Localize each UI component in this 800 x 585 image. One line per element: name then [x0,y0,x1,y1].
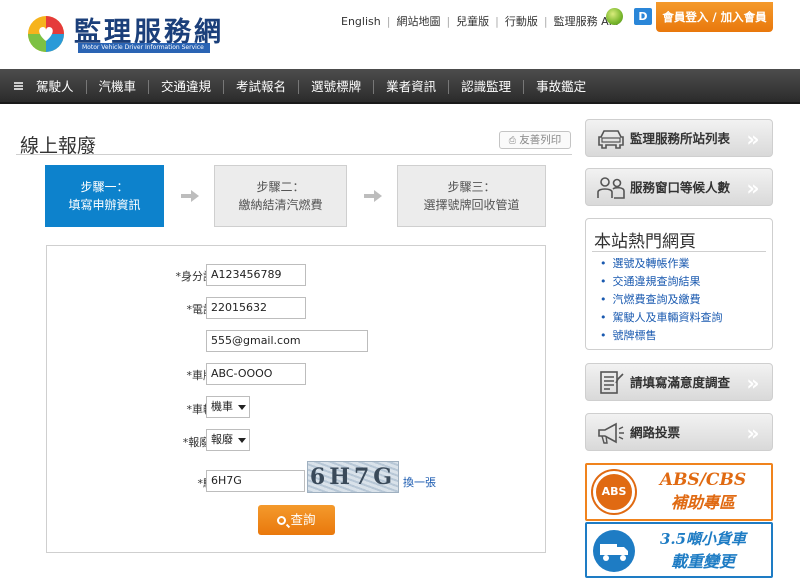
office-list-button[interactable]: 監理服務所站列表 » [585,119,773,157]
megaphone-icon [598,422,624,444]
nav-item-accident[interactable]: 事故鑑定 [524,79,598,94]
abs-badge-text: ABS [601,485,627,498]
truck-weight-banner[interactable]: 3.5噸小貨車 載重變更 [585,522,773,578]
step-1-title: 步驟一： [80,180,129,194]
divider: | [543,14,548,28]
arrow-right-icon [364,190,382,202]
hot-pages-divider [592,251,766,252]
id-field[interactable]: A123456789 [206,264,306,286]
d-app-icon[interactable]: D [634,8,652,25]
queue-label: 服務窗口等候人數 [630,180,731,195]
plate-field[interactable]: ABC-OOOO [206,363,306,385]
step-1: 步驟一： 填寫申辦資訊 [45,165,164,227]
main-nav: 駕駛人 汽機車 交通違規 考試報名 選號標牌 業者資訊 認識監理 事故鑑定 [0,69,800,104]
step-3-title: 步驟三： [447,180,496,194]
step-2-title: 步驟二： [256,180,305,194]
vehicle-type-value: 機車 [211,400,233,413]
car-icon [598,130,624,149]
document-icon [600,371,624,394]
captcha-field[interactable]: 6H7G [206,470,305,492]
print-button-label: 友善列印 [519,134,562,146]
queue-button[interactable]: 服務窗口等候人數 » [585,168,773,206]
hot-pages-panel: 本站熱門網頁 選號及轉帳作業 交通違規查詢結果 汽燃費查詢及繳費 駕駛人及車輛資… [585,218,773,350]
step-1-desc: 填寫申辦資訊 [68,198,141,212]
scrap-type-value: 報廢 [211,433,233,446]
survey-label: 請填寫滿意度調查 [630,375,731,390]
print-button[interactable]: ⎙ 友善列印 [499,131,571,149]
captcha-refresh-link[interactable]: 換一張 [403,474,436,490]
nav-item-vehicle[interactable]: 汽機車 [87,79,150,94]
nav-item-exam[interactable]: 考試報名 [224,79,300,94]
menu-icon[interactable] [14,82,23,90]
english-link[interactable]: English [341,15,381,28]
kids-version-link[interactable]: 兒童版 [456,13,489,29]
mobile-version-link[interactable]: 行動版 [505,13,538,29]
abs-subsidy-banner[interactable]: ABS ABS/CBS 補助專區 [585,463,773,521]
survey-button[interactable]: 請填寫滿意度調查 » [585,363,773,401]
vehicle-type-select[interactable]: 機車 [206,396,250,418]
hot-link-plate-auction[interactable]: 號牌標售 [600,327,723,345]
divider: | [446,14,451,28]
hot-link-fuel-fee[interactable]: 汽燃費查詢及繳費 [600,291,723,309]
step-2-desc: 繳納結清汽燃費 [238,198,323,212]
truck-icon [593,530,635,572]
divider: | [495,14,499,28]
hot-link-plate-selection[interactable]: 選號及轉帳作業 [600,255,723,273]
nav-item-violation[interactable]: 交通違規 [149,79,225,94]
hot-link-violation-query[interactable]: 交通違規查詢結果 [600,273,723,291]
sitemap-link[interactable]: 網站地圖 [396,13,440,29]
step-3: 步驟三： 選擇號牌回收管道 [397,165,546,227]
login-button[interactable]: 會員登入 / 加入會員 [656,2,773,32]
nav-item-business[interactable]: 業者資訊 [374,79,450,94]
chevron-down-icon [238,404,246,410]
abs-badge-icon: ABS [593,471,635,513]
title-divider [16,154,572,155]
email-field[interactable]: 555@gmail.com [206,330,368,352]
arrow-right-icon [181,190,199,202]
vote-label: 網路投票 [630,425,681,440]
truck-line-2: 載重變更 [670,552,735,571]
double-chevron-right-icon: » [746,371,760,395]
globe-icon[interactable] [606,8,623,25]
abs-line-2: 補助專區 [670,493,735,512]
search-icon [277,516,287,525]
scrap-type-select[interactable]: 報廢 [206,429,250,451]
step-3-desc: 選擇號牌回收管道 [423,198,520,212]
nav-item-about[interactable]: 認識監理 [449,79,525,94]
people-icon [597,177,625,199]
hot-link-driver-vehicle-query[interactable]: 駕駛人及車輛資料查詢 [600,309,723,327]
site-header: 監理服務網 Motor Vehicle Driver Information S… [0,0,800,68]
vote-button[interactable]: 網路投票 » [585,413,773,451]
printer-icon: ⎙ [508,136,516,146]
double-chevron-right-icon: » [746,176,760,200]
double-chevron-right-icon: » [746,421,760,445]
hot-pages-list: 選號及轉帳作業 交通違規查詢結果 汽燃費查詢及繳費 駕駛人及車輛資料查詢 號牌標… [600,255,723,345]
site-logo-icon[interactable] [26,14,66,54]
site-subtitle: Motor Vehicle Driver Information Service [78,43,210,53]
top-links: English | 網站地圖 | 兒童版 | 行動版 | 監理服務 APP [341,13,622,29]
step-2: 步驟二： 繳納結清汽燃費 [214,165,347,227]
double-chevron-right-icon: » [746,127,760,151]
divider: | [386,14,391,28]
abs-line-1: ABS/CBS [659,470,747,490]
captcha-image: 6H7G [307,461,399,493]
office-list-label: 監理服務所站列表 [630,131,731,146]
nav-item-driver[interactable]: 駕駛人 [24,79,87,94]
hot-pages-title: 本站熱門網頁 [594,232,696,252]
scrap-form: *身分證字號： A123456789 *電話號碼： 22015632 *信箱： … [46,245,546,553]
phone-field[interactable]: 22015632 [206,297,306,319]
truck-line-1: 3.5噸小貨車 [659,530,747,548]
search-button-label: 查詢 [290,512,316,527]
chevron-down-icon [238,437,246,443]
nav-item-plate[interactable]: 選號標牌 [299,79,375,94]
search-button[interactable]: 查詢 [258,505,335,535]
